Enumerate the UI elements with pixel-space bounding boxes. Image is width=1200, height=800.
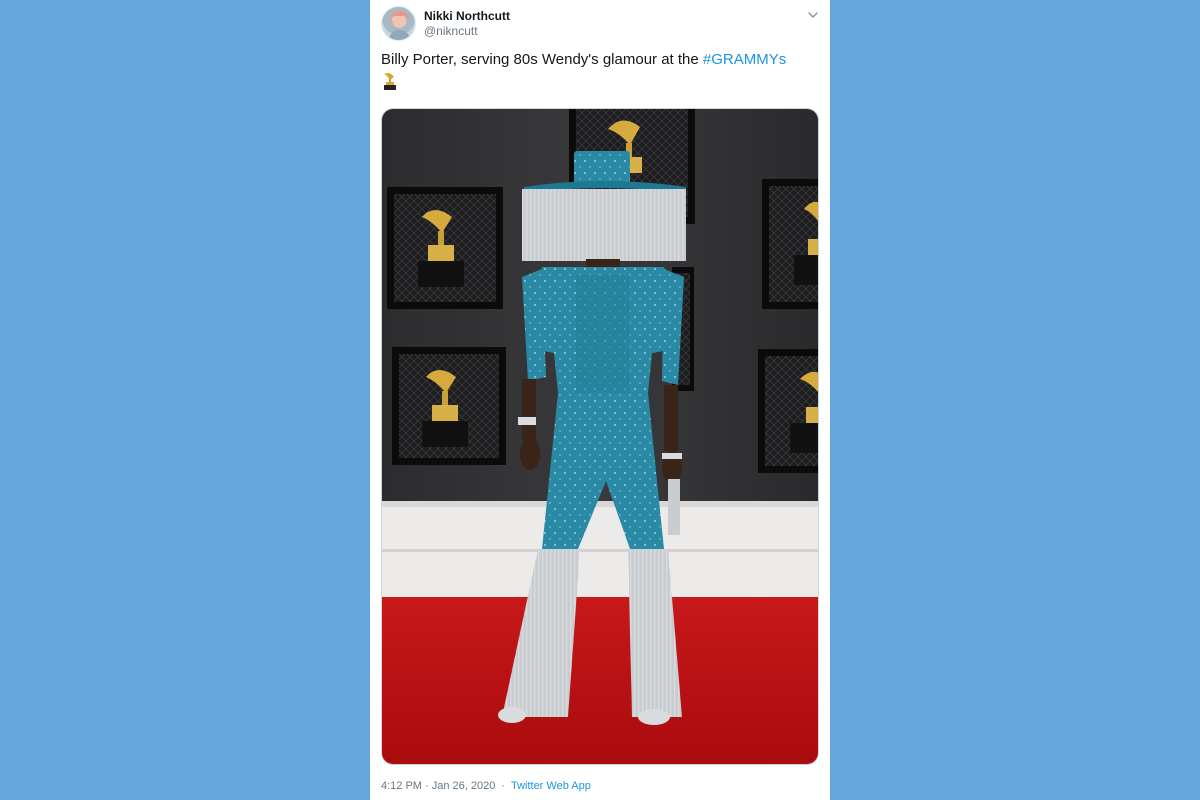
author-handle[interactable]: @nikncutt [424, 24, 478, 38]
grammy-frame-left-bottom [392, 347, 506, 465]
grammy-frame-right-bottom [758, 349, 818, 473]
tweet-timestamp[interactable]: 4:12 PM · Jan 26, 2020 [381, 780, 495, 792]
meta-separator: · [501, 780, 506, 792]
gramophone-trophy-icon [381, 71, 397, 91]
grammy-frame-right-top [762, 179, 818, 309]
tweet-meta: 4:12 PM · Jan 26, 2020 · Twitter Web App [381, 780, 591, 792]
avatar-illustration-icon [388, 10, 411, 40]
tweet-text: Billy Porter, serving 80s Wendy's glamou… [381, 49, 819, 91]
author-name[interactable]: Nikki Northcutt [424, 9, 510, 23]
source-link[interactable]: Twitter Web App [511, 780, 591, 792]
tweet-text-body: Billy Porter, serving 80s Wendy's glamou… [381, 51, 703, 68]
tweet-photo[interactable] [381, 108, 819, 765]
red-carpet-photo [382, 109, 818, 764]
chevron-down-icon[interactable] [806, 8, 820, 22]
grammy-frame-left-top [387, 187, 503, 309]
hashtag-link[interactable]: #GRAMMYs [703, 51, 786, 68]
author-avatar[interactable] [381, 6, 416, 41]
tweet-card: Nikki Northcutt @nikncutt Billy Porter, … [370, 0, 830, 800]
